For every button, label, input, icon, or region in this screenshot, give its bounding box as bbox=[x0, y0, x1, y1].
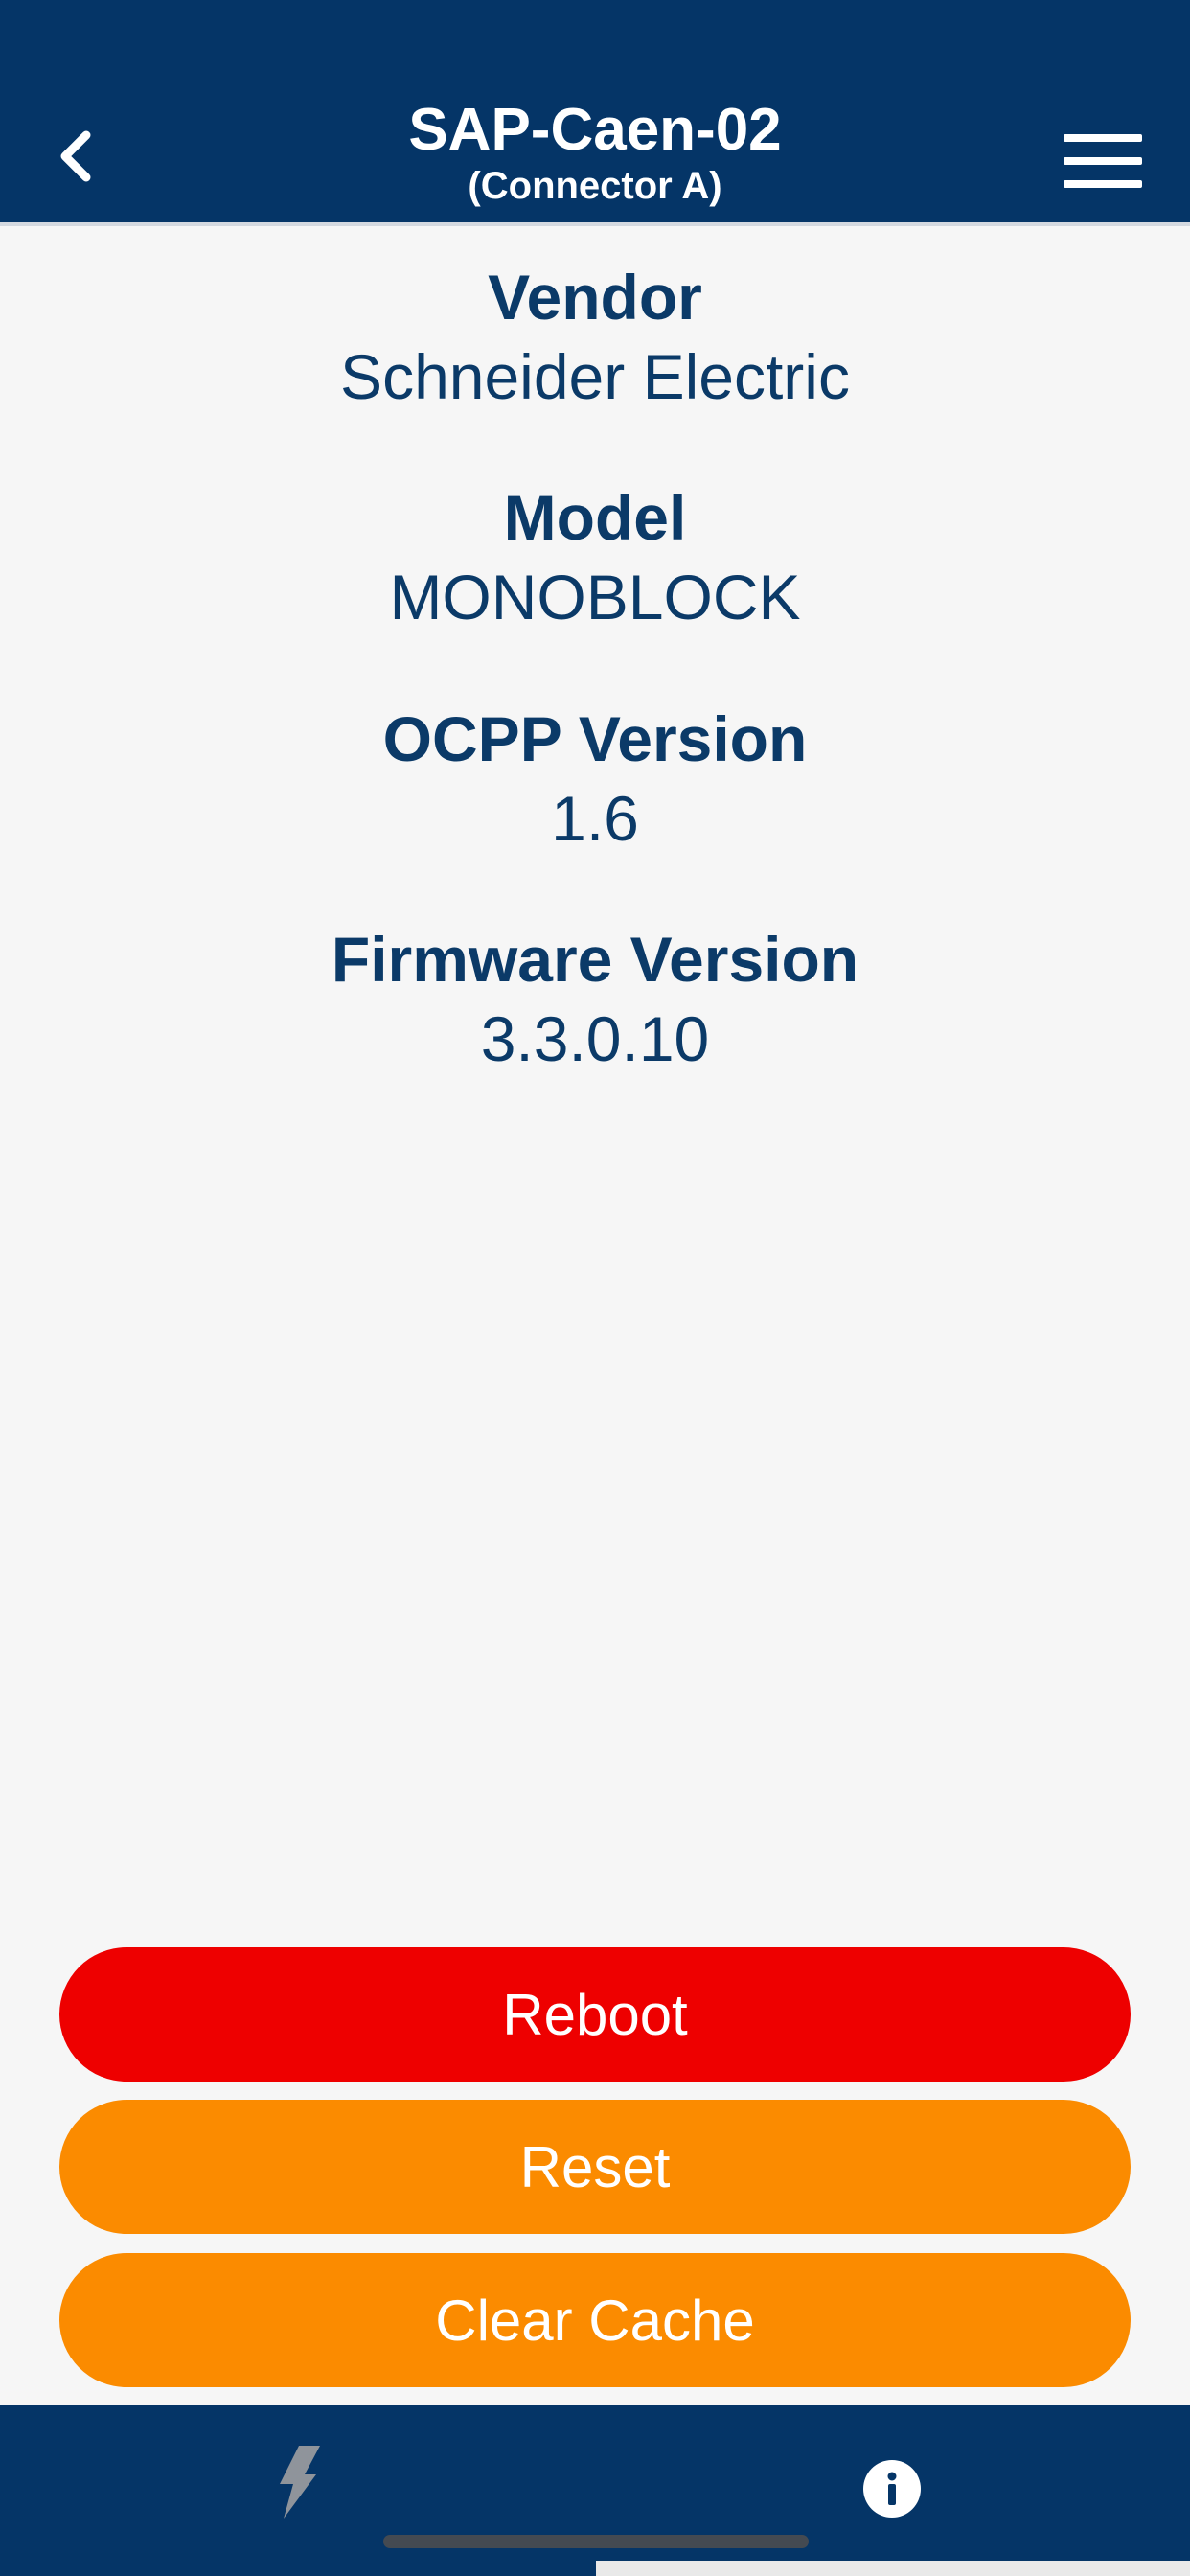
vendor-label: Vendor bbox=[488, 262, 702, 333]
home-indicator bbox=[383, 2535, 809, 2548]
model-value: MONOBLOCK bbox=[389, 562, 801, 632]
ocpp-version-value: 1.6 bbox=[551, 783, 639, 854]
chevron-left-icon bbox=[60, 130, 91, 182]
vendor-section: Vendor Schneider Electric bbox=[0, 259, 1190, 418]
firmware-version-label: Firmware Version bbox=[331, 924, 859, 995]
page-title: SAP-Caen-02 bbox=[408, 97, 782, 163]
clear-cache-button[interactable]: Clear Cache bbox=[59, 2253, 1131, 2387]
bottom-tab-bar bbox=[0, 2405, 1190, 2576]
ocpp-version-section: OCPP Version 1.6 bbox=[0, 701, 1190, 860]
ocpp-version-label: OCPP Version bbox=[382, 703, 808, 774]
tab-info[interactable] bbox=[862, 2459, 922, 2518]
header-title-group: SAP-Caen-02 (Connector A) bbox=[192, 96, 998, 207]
reboot-button[interactable]: Reboot bbox=[59, 1947, 1131, 2082]
model-label: Model bbox=[503, 482, 687, 553]
info-circle-icon bbox=[863, 2460, 921, 2518]
bottom-edge-strip bbox=[596, 2561, 1190, 2576]
firmware-version-section: Firmware Version 3.3.0.10 bbox=[0, 921, 1190, 1080]
firmware-version-value: 3.3.0.10 bbox=[480, 1003, 710, 1074]
navigation-header: SAP-Caen-02 (Connector A) bbox=[0, 0, 1190, 226]
tab-charging[interactable] bbox=[270, 2446, 324, 2518]
lightning-bolt-icon bbox=[280, 2446, 320, 2518]
hamburger-menu-button[interactable] bbox=[1064, 134, 1142, 188]
back-button[interactable] bbox=[48, 123, 105, 190]
vendor-value: Schneider Electric bbox=[340, 341, 850, 412]
reset-button[interactable]: Reset bbox=[59, 2100, 1131, 2234]
model-section: Model MONOBLOCK bbox=[0, 479, 1190, 638]
page-subtitle: (Connector A) bbox=[468, 165, 722, 207]
